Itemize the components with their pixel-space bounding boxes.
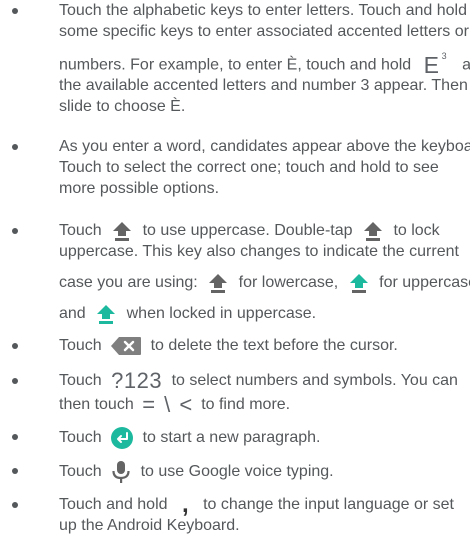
text-line: and [462, 56, 470, 74]
numbers-key: ?123 [111, 368, 163, 394]
text-line: Touch [59, 463, 102, 481]
text-line: to delete the text before the cursor. [150, 337, 398, 354]
text-line: Touch and hold [59, 496, 168, 513]
text-line: to start a new paragraph. [142, 429, 321, 447]
keyboard-instructions: Touch the alphabetic keys to enter lette… [0, 0, 470, 536]
bullet-dot [12, 378, 18, 384]
text-line: case you are using: [59, 274, 198, 292]
text-line: and [59, 305, 86, 323]
bullet-dot [12, 434, 18, 440]
key-superscript: 3 [441, 51, 447, 61]
text-line: to change the input language or set [203, 496, 454, 513]
text-line: some specific keys to enter associated a… [59, 23, 469, 40]
text-line: up the Android Keyboard. [59, 517, 240, 534]
text-line: to use uppercase. Double-tap [142, 222, 353, 240]
bullet-dot [12, 502, 18, 508]
delete-icon [111, 336, 142, 355]
text-line: for uppercase, [379, 274, 470, 292]
bullet-dot [12, 343, 18, 349]
text-line: to select numbers and symbols. You can [171, 372, 458, 389]
text-line: more possible options. [59, 180, 220, 197]
shift-lowercase-icon [113, 222, 132, 241]
text-line: Touch [59, 222, 102, 240]
text-line: Touch [59, 372, 102, 389]
text-line: Touch [59, 337, 102, 354]
symbols-key: = \ < [142, 392, 193, 418]
text-line: when locked in uppercase. [126, 305, 317, 323]
text-line: for lowercase, [238, 274, 339, 292]
shift-lowercase-icon [363, 222, 382, 241]
text-line: to lock [393, 222, 440, 240]
e-key-icon: E3 [424, 51, 454, 77]
microphone-icon [112, 461, 130, 483]
text-line: Touch the alphabetic keys to enter lette… [59, 2, 467, 19]
text-line: then touch [59, 396, 134, 413]
text-line: to find more. [201, 396, 291, 413]
comma-key-icon: , [181, 490, 189, 518]
bullet-dot [12, 144, 18, 150]
text-line: numbers. For example, to enter È, touch … [59, 56, 412, 74]
bullet-dot [12, 8, 18, 14]
text-line: the available accented letters and numbe… [59, 77, 468, 94]
text-line: Touch to select the correct one; touch a… [59, 159, 439, 176]
text-line: Touch [59, 429, 102, 447]
shift-locked-icon [97, 305, 116, 324]
text-line: slide to choose È. [59, 98, 186, 115]
shift-lowercase-icon [209, 274, 228, 293]
bullet-dot [12, 228, 18, 234]
shift-uppercase-icon [349, 274, 368, 293]
enter-icon [111, 427, 134, 449]
bullet-dot [12, 468, 18, 474]
text-line: to use Google voice typing. [140, 463, 334, 481]
text-line: uppercase. This key also changes to indi… [59, 243, 459, 260]
text-line: As you enter a word, candidates appear a… [59, 138, 470, 155]
